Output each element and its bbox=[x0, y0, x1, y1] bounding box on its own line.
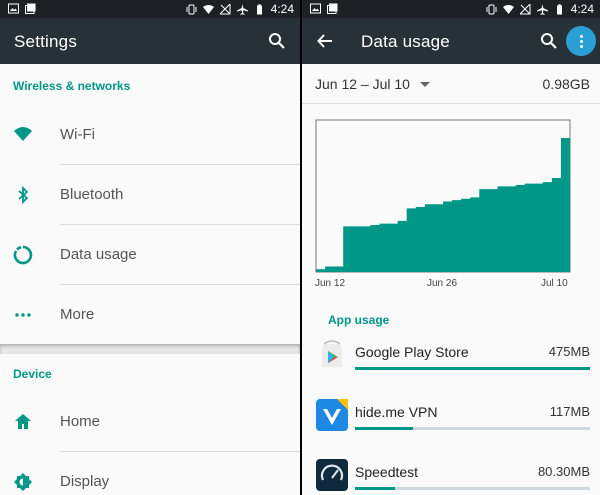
data-usage-chart[interactable]: Jun 12 Jun 26 Jul 10 bbox=[302, 104, 600, 294]
battery-icon bbox=[556, 3, 562, 14]
display-icon bbox=[14, 473, 32, 491]
period-selector[interactable]: Jun 12 – Jul 10 0.98GB bbox=[302, 64, 600, 104]
section-header-wireless: Wireless & networks bbox=[13, 79, 131, 93]
more-icon bbox=[15, 313, 31, 317]
no-signal-icon bbox=[519, 3, 531, 14]
app-name: Google Play Store bbox=[355, 344, 469, 360]
usage-bar-fill bbox=[355, 427, 413, 430]
app-data-size: 117MB bbox=[549, 404, 590, 419]
settings-screen: 4:24 Settings Wireless & networks Wi-Fi … bbox=[0, 0, 300, 495]
hideme-vpn-icon bbox=[316, 399, 348, 431]
gallery-notification-icon bbox=[25, 3, 36, 14]
section-header-app-usage: App usage bbox=[328, 313, 390, 327]
app-row-google-play[interactable]: Google Play Store 475MB bbox=[302, 338, 600, 398]
x-tick-label: Jun 12 bbox=[315, 278, 346, 289]
settings-item-label: Display bbox=[60, 473, 110, 490]
usage-bar-fill bbox=[355, 487, 395, 490]
usage-area-series bbox=[316, 136, 570, 272]
clock: 4:24 bbox=[270, 2, 294, 16]
search-icon[interactable] bbox=[268, 32, 286, 50]
section-header-device: Device bbox=[13, 367, 52, 381]
settings-app-bar: Settings bbox=[0, 18, 300, 64]
usage-chart-svg bbox=[315, 119, 571, 273]
settings-item-label: Home bbox=[60, 413, 101, 430]
wifi-status-icon bbox=[502, 4, 514, 14]
clock: 4:24 bbox=[570, 2, 594, 16]
status-bar: 4:24 bbox=[302, 0, 600, 18]
bluetooth-icon bbox=[18, 185, 29, 205]
no-signal-icon bbox=[219, 3, 231, 14]
usage-bar-track bbox=[355, 367, 590, 370]
wireless-section: Wireless & networks Wi-Fi Bluetooth Data… bbox=[0, 64, 300, 344]
speedtest-icon bbox=[316, 459, 348, 491]
app-data-size: 80.30MB bbox=[537, 464, 590, 479]
app-row-speedtest[interactable]: Speedtest 80.30MB bbox=[302, 458, 600, 495]
airplane-mode-icon bbox=[536, 3, 548, 15]
settings-item-label: Bluetooth bbox=[60, 186, 124, 203]
page-title: Data usage bbox=[361, 32, 450, 51]
settings-item-more[interactable]: More bbox=[0, 285, 300, 345]
usage-bar-track bbox=[355, 487, 590, 490]
vibrate-icon bbox=[186, 4, 197, 14]
page-title: Settings bbox=[14, 32, 78, 51]
vibrate-icon bbox=[486, 4, 497, 14]
usage-bar-fill bbox=[355, 367, 590, 370]
settings-item-label: Wi-Fi bbox=[60, 126, 95, 143]
app-name: hide.me VPN bbox=[355, 404, 438, 420]
usage-bar-track bbox=[355, 427, 590, 430]
app-data-size: 475MB bbox=[548, 344, 590, 359]
settings-item-home[interactable]: Home bbox=[0, 392, 300, 452]
play-store-icon bbox=[322, 340, 342, 367]
settings-item-wifi[interactable]: Wi-Fi bbox=[0, 105, 300, 165]
dropdown-caret-icon bbox=[420, 82, 430, 87]
search-icon[interactable] bbox=[540, 32, 558, 50]
image-notification-icon bbox=[310, 3, 321, 14]
overflow-menu-icon[interactable] bbox=[566, 26, 596, 56]
data-usage-screen: 4:24 Data usage Jun 12 – Jul 10 0.98GB J… bbox=[302, 0, 600, 495]
settings-item-bluetooth[interactable]: Bluetooth bbox=[0, 165, 300, 225]
home-icon bbox=[15, 414, 31, 429]
x-tick-label: Jul 10 bbox=[541, 278, 568, 289]
settings-item-data-usage[interactable]: Data usage bbox=[0, 225, 300, 285]
device-section: Device Home Display bbox=[0, 354, 300, 495]
x-tick-label: Jun 26 bbox=[427, 278, 458, 289]
app-name: Speedtest bbox=[355, 464, 419, 480]
data-usage-app-bar: Data usage bbox=[302, 18, 600, 64]
back-arrow-icon[interactable] bbox=[316, 32, 334, 50]
settings-item-label: Data usage bbox=[60, 246, 137, 263]
section-divider bbox=[0, 344, 300, 354]
status-bar: 4:24 bbox=[0, 0, 300, 18]
battery-icon bbox=[256, 3, 262, 14]
app-row-hideme-vpn[interactable]: hide.me VPN 117MB bbox=[302, 398, 600, 458]
period-dropdown[interactable]: Jun 12 – Jul 10 bbox=[315, 76, 410, 92]
airplane-mode-icon bbox=[236, 3, 248, 15]
data-usage-icon bbox=[13, 245, 33, 265]
settings-item-label: More bbox=[60, 306, 95, 323]
gallery-notification-icon bbox=[327, 3, 338, 14]
settings-item-display[interactable]: Display bbox=[0, 452, 300, 495]
total-usage: 0.98GB bbox=[542, 76, 590, 92]
image-notification-icon bbox=[8, 3, 19, 14]
wifi-icon bbox=[14, 127, 32, 141]
wifi-status-icon bbox=[202, 4, 214, 14]
